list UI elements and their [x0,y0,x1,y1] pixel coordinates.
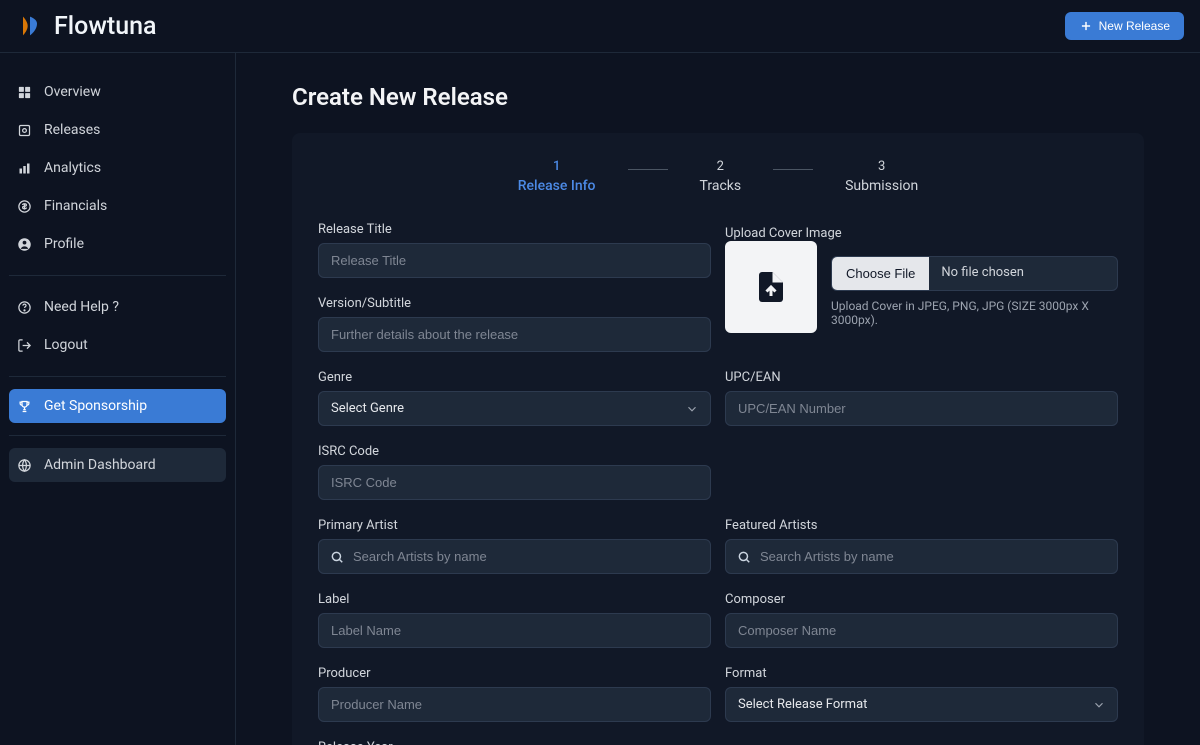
brand[interactable]: Flowtuna [16,12,157,41]
version-input[interactable] [318,317,711,352]
primary-artist-input[interactable] [318,539,711,574]
upload-cover-label: Upload Cover Image [725,226,842,241]
sidebar-item-financials[interactable]: Financials [9,187,226,225]
composer-input[interactable] [725,613,1118,648]
step-submission[interactable]: 3 Submission [845,159,918,194]
sidebar-btn-label: Admin Dashboard [44,457,156,473]
sidebar-sponsorship-button[interactable]: Get Sponsorship [9,389,226,423]
genre-label: Genre [318,370,711,385]
step-number: 3 [878,159,885,174]
sidebar-admin-button[interactable]: Admin Dashboard [9,448,226,482]
stepper: 1 Release Info 2 Tracks 3 Submission [318,159,1118,194]
sidebar-item-label: Profile [44,236,84,252]
format-select[interactable]: Select Release Format [725,687,1118,722]
file-upload-icon [753,269,789,305]
help-icon [17,300,32,315]
sidebar: Overview Releases Analytics Financials P… [0,53,236,745]
cover-preview[interactable] [725,241,817,333]
plus-icon [1079,19,1093,33]
featured-artists-label: Featured Artists [725,518,1118,533]
sidebar-item-label: Overview [44,84,101,100]
choose-file-button[interactable]: Choose File [832,257,929,290]
step-number: 1 [553,159,560,174]
version-label: Version/Subtitle [318,296,711,311]
isrc-input[interactable] [318,465,711,500]
primary-artist-label: Primary Artist [318,518,711,533]
new-release-button-label: New Release [1099,19,1170,33]
step-label: Submission [845,178,918,194]
search-icon [330,550,344,564]
album-icon [17,123,32,138]
sidebar-item-profile[interactable]: Profile [9,225,226,263]
layout: Overview Releases Analytics Financials P… [0,53,1200,745]
brand-name: Flowtuna [54,12,157,41]
step-label: Tracks [700,178,742,194]
file-chooser[interactable]: Choose File No file chosen [831,256,1118,291]
featured-artists-input[interactable] [725,539,1118,574]
sidebar-item-label: Logout [44,337,88,353]
upc-label: UPC/EAN [725,370,1118,385]
sidebar-divider [9,435,226,436]
isrc-label: ISRC Code [318,444,711,459]
step-tracks[interactable]: 2 Tracks [700,159,742,194]
sidebar-item-overview[interactable]: Overview [9,73,226,111]
sidebar-item-label: Financials [44,198,107,214]
step-connector [628,169,668,170]
sidebar-item-label: Releases [44,122,100,138]
release-title-input[interactable] [318,243,711,278]
globe-icon [17,458,32,473]
logout-icon [17,338,32,353]
sidebar-item-help[interactable]: Need Help ? [9,288,226,326]
release-form-card: 1 Release Info 2 Tracks 3 Submission [292,133,1144,745]
trophy-icon [17,399,32,414]
search-icon [737,550,751,564]
composer-label: Composer [725,592,1118,607]
producer-input[interactable] [318,687,711,722]
sidebar-item-logout[interactable]: Logout [9,326,226,364]
header: Flowtuna New Release [0,0,1200,53]
sidebar-item-label: Need Help ? [44,299,119,315]
upload-row: Choose File No file chosen Upload Cover … [725,241,1118,333]
chart-icon [17,161,32,176]
label-input[interactable] [318,613,711,648]
brand-logo-icon [16,12,44,40]
user-icon [17,237,32,252]
main-content: Create New Release 1 Release Info 2 Trac… [236,53,1200,745]
genre-select[interactable]: Select Genre [318,391,711,426]
sidebar-item-releases[interactable]: Releases [9,111,226,149]
release-title-label: Release Title [318,222,711,237]
sidebar-divider [9,275,226,276]
grid-icon [17,85,32,100]
sidebar-divider [9,376,226,377]
upc-input[interactable] [725,391,1118,426]
page-title: Create New Release [292,83,1144,111]
file-chooser-text: No file chosen [929,257,1117,290]
dollar-icon [17,199,32,214]
step-connector [773,169,813,170]
upload-hint: Upload Cover in JPEG, PNG, JPG (SIZE 300… [831,299,1118,327]
step-number: 2 [717,159,724,174]
label-label: Label [318,592,711,607]
step-label: Release Info [518,178,596,194]
step-release-info[interactable]: 1 Release Info [518,159,596,194]
sidebar-btn-label: Get Sponsorship [44,398,147,414]
sidebar-item-label: Analytics [44,160,101,176]
new-release-button[interactable]: New Release [1065,12,1184,40]
sidebar-item-analytics[interactable]: Analytics [9,149,226,187]
format-label: Format [725,666,1118,681]
release-year-label: Release Year [318,740,711,745]
producer-label: Producer [318,666,711,681]
